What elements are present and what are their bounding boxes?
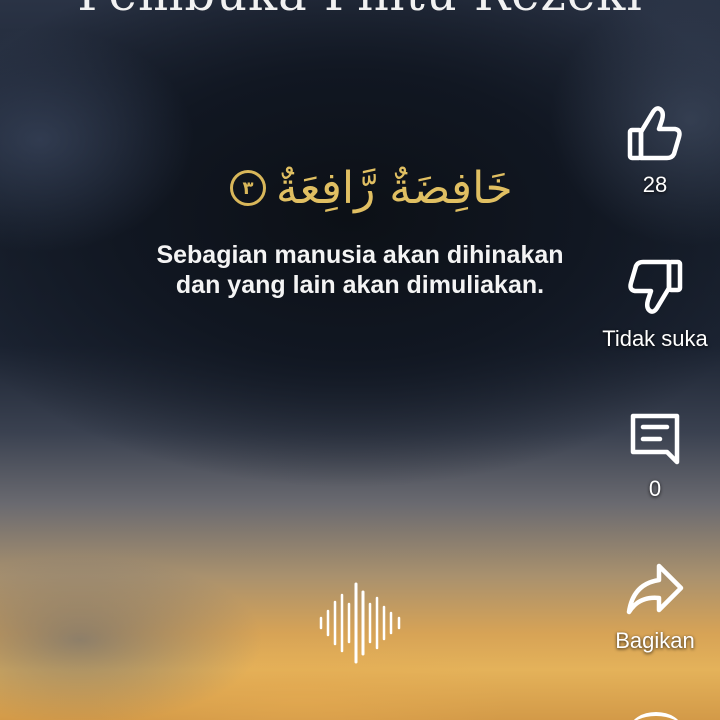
video-frame[interactable]: Pembuka Pintu Rezeki ٣ خَافِضَةٌ رَّافِع…: [0, 0, 720, 720]
translation-line-2: dan yang lain akan dimuliakan.: [175, 271, 545, 299]
thumbs-up-icon[interactable]: [627, 104, 683, 162]
next-action-icon-partial[interactable]: [630, 712, 682, 720]
sound-wave-icon: [318, 580, 404, 666]
share-label: Bagikan: [615, 628, 695, 653]
comment-button[interactable]: 0: [590, 410, 720, 502]
translation-line-1: Sebagian manusia akan dihinakan: [156, 241, 564, 269]
like-count: 28: [642, 172, 668, 197]
ayah-number-marker: ٣: [230, 170, 266, 206]
share-icon[interactable]: [625, 562, 685, 618]
share-button[interactable]: Bagikan: [590, 562, 720, 654]
like-button[interactable]: 28: [590, 104, 720, 198]
arabic-verse-text: خَافِضَةٌ رَّافِعَةٌ: [276, 162, 513, 214]
dislike-label: Tidak suka: [602, 326, 708, 351]
video-title-text: Pembuka Pintu Rezeki: [0, 0, 720, 22]
comment-count: 0: [648, 476, 662, 501]
thumbs-down-icon[interactable]: [627, 258, 683, 316]
comment-icon[interactable]: [627, 410, 683, 466]
arabic-verse-row: ٣ خَافِضَةٌ رَّافِعَةٌ: [230, 148, 513, 228]
verse-translation: Sebagian manusia akan dihinakan dan yang…: [90, 240, 630, 300]
dislike-button[interactable]: Tidak suka: [590, 258, 720, 352]
